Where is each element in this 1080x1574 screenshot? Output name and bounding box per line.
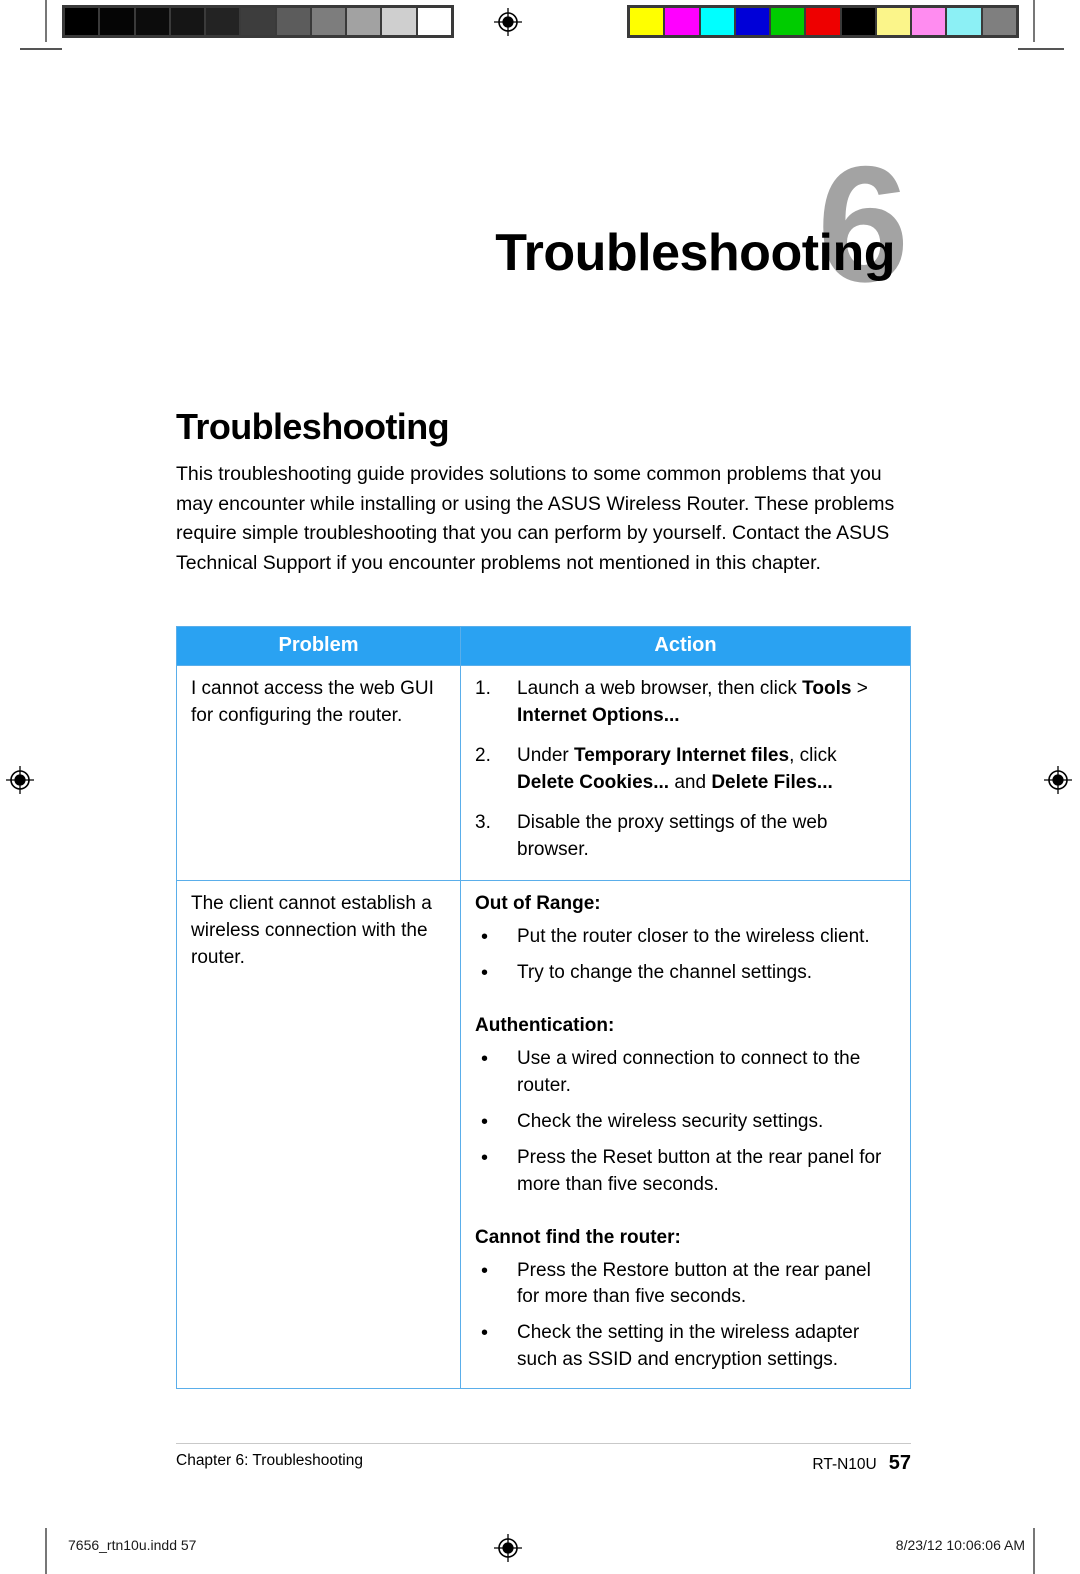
step-text-mid: , click	[789, 744, 837, 766]
bullet-list-cannot-find-router: • Press the Restore button at the rear pa…	[475, 1258, 898, 1375]
column-header-action: Action	[460, 626, 911, 666]
bullet-list-out-of-range: • Put the router closer to the wireless c…	[475, 924, 898, 987]
bullet-glyph: •	[481, 925, 489, 948]
numbered-step-list: 1. Launch a web browser, then click Tools…	[475, 676, 898, 864]
step-text: Launch a web browser, then click	[517, 678, 803, 699]
bullet-text: Put the router closer to the wireless cl…	[517, 925, 870, 947]
step-emphasis: Tools	[802, 678, 852, 699]
list-item: • Check the setting in the wireless adapt…	[475, 1320, 898, 1374]
document-page: 6 Troubleshooting Troubleshooting This t…	[0, 0, 1080, 1574]
list-item: • Press the Restore button at the rear pa…	[475, 1258, 898, 1312]
step-emphasis: Temporary Internet files	[574, 744, 790, 766]
list-item: • Use a wired connection to connect to th…	[475, 1046, 898, 1100]
problem-cell-2: The client cannot establish a wireless c…	[176, 879, 461, 1389]
section-title: Troubleshooting	[176, 406, 450, 447]
bullet-glyph: •	[481, 1259, 489, 1282]
step-emphasis: Delete Cookies...	[517, 771, 670, 793]
problem-cell-1: I cannot access the web GUI for configur…	[176, 665, 461, 881]
action-cell-1: 1. Launch a web browser, then click Tools…	[460, 665, 911, 881]
bullet-glyph: •	[481, 1146, 489, 1169]
bullet-text: Press the Restore button at the rear pan…	[517, 1259, 871, 1308]
step-number: 1.	[475, 678, 491, 699]
list-item: 3. Disable the proxy settings of the web …	[475, 810, 898, 864]
footer-chapter-label: Chapter 6: Troubleshooting	[176, 1452, 363, 1469]
intro-paragraph: This troubleshooting guide provides solu…	[176, 462, 895, 575]
content-block: Troubleshooting This troubleshooting gui…	[176, 408, 912, 579]
chapter-header: 6 Troubleshooting	[0, 142, 909, 307]
list-item: • Check the wireless security settings.	[475, 1109, 898, 1136]
step-number: 2.	[475, 744, 491, 766]
list-item: • Put the router closer to the wireless c…	[475, 924, 898, 951]
step-text-mid: >	[851, 678, 868, 699]
troubleshooting-table: Problem Action I cannot access the web G…	[176, 626, 911, 1390]
list-item: 1. Launch a web browser, then click Tools…	[475, 676, 898, 730]
footer-divider	[176, 1443, 911, 1444]
table-header-row: Problem Action	[176, 626, 911, 666]
step-text: Disable the proxy settings of the web br…	[517, 811, 828, 860]
bullet-text: Try to change the channel settings.	[517, 961, 813, 983]
bullet-glyph: •	[481, 1322, 489, 1345]
print-file-name: 7656_rtn10u.indd 57	[68, 1537, 197, 1553]
table-row: I cannot access the web GUI for configur…	[176, 665, 911, 881]
step-number: 3.	[475, 811, 491, 833]
bullet-text: Use a wired connection to connect to the…	[517, 1047, 861, 1096]
footer-model-name: RT-N10U	[812, 1456, 877, 1473]
subheading-out-of-range: Out of Range:	[475, 892, 601, 914]
bullet-text: Check the setting in the wireless adapte…	[517, 1322, 860, 1371]
column-header-problem: Problem	[176, 626, 461, 666]
step-text-mid: and	[669, 771, 712, 793]
bullet-glyph: •	[481, 1110, 489, 1133]
footer-page-number: 57	[888, 1452, 911, 1474]
subheading-authentication: Authentication:	[475, 1014, 615, 1036]
bullet-glyph: •	[481, 961, 489, 984]
bullet-list-authentication: • Use a wired connection to connect to th…	[475, 1046, 898, 1199]
chapter-title: Troubleshooting	[495, 224, 895, 282]
bullet-text: Check the wireless security settings.	[517, 1110, 824, 1132]
print-timestamp: 8/23/12 10:06:06 AM	[895, 1537, 1025, 1553]
list-item: • Press the Reset button at the rear pane…	[475, 1145, 898, 1199]
bullet-text: Press the Reset button at the rear panel…	[517, 1146, 882, 1195]
step-emphasis: Internet Options...	[517, 704, 680, 726]
table-row: The client cannot establish a wireless c…	[176, 879, 911, 1389]
step-text: Under	[517, 744, 575, 766]
subheading-cannot-find-router: Cannot find the router:	[475, 1226, 681, 1248]
footer-right-group: RT-N10U 57	[812, 1452, 911, 1475]
list-item: • Try to change the channel settings.	[475, 960, 898, 987]
step-emphasis: Delete Files...	[711, 771, 833, 793]
list-item: 2. Under Temporary Internet files, click …	[475, 743, 898, 797]
bullet-glyph: •	[481, 1047, 489, 1070]
action-cell-2: Out of Range: • Put the router closer to …	[460, 879, 911, 1389]
